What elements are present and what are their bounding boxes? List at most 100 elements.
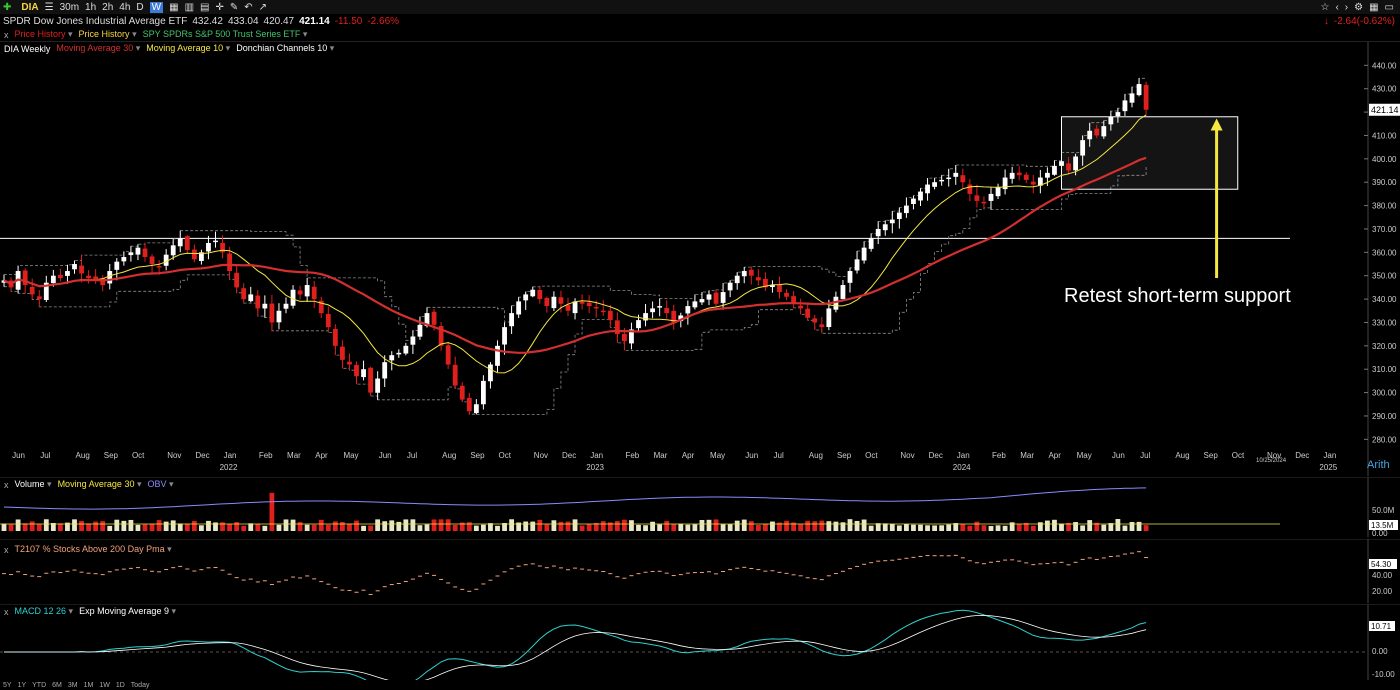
symbol-label[interactable]: DIA — [21, 2, 38, 13]
range-5y[interactable]: 5Y — [3, 682, 12, 689]
range-1d[interactable]: 1D — [116, 682, 125, 689]
share-icon[interactable]: ↗ — [259, 2, 267, 13]
candle — [798, 305, 804, 309]
tf-2h[interactable]: 2h — [102, 2, 113, 13]
tf-w[interactable]: W — [149, 1, 164, 13]
candle — [854, 259, 860, 271]
plus-icon[interactable]: ✚ — [3, 2, 11, 13]
candle — [311, 286, 317, 300]
tf-4h[interactable]: 4h — [119, 2, 130, 13]
volume-bar — [452, 524, 458, 531]
volume-bar — [861, 519, 867, 531]
volume-bar — [100, 521, 106, 531]
volume-bar — [1129, 522, 1135, 531]
tf-30m[interactable]: 30m — [60, 2, 79, 13]
volume-bar — [36, 524, 42, 531]
volume-bar — [15, 519, 21, 531]
list-icon[interactable]: ☰ — [45, 2, 54, 13]
star-icon[interactable]: ☆ — [1320, 2, 1329, 13]
forward-icon[interactable]: › — [1345, 2, 1348, 13]
layout-icon[interactable]: ▤ — [200, 2, 209, 13]
candle — [946, 177, 952, 180]
bars-icon[interactable]: ▥ — [185, 2, 194, 13]
volume-bar — [121, 520, 127, 531]
grid-icon[interactable]: ▦ — [1369, 2, 1378, 13]
tf-d[interactable]: D — [136, 2, 143, 13]
price-chart[interactable]: 280.00 290.00 300.00 310.00 320.00 330.00 340.… — [0, 42, 1400, 476]
volume-bar — [770, 521, 775, 531]
volume-bar — [184, 523, 190, 531]
window-icon[interactable]: ▭ — [1385, 2, 1394, 13]
draw-icon[interactable]: ✎ — [230, 2, 238, 13]
volume-bar — [107, 525, 113, 531]
volume-bar — [819, 520, 825, 531]
range-6m[interactable]: 6M — [52, 682, 62, 689]
candle — [974, 195, 980, 201]
volume-bar — [946, 524, 952, 531]
x-tick-label: Mar — [654, 451, 668, 460]
t2107-chart[interactable]: 54.30 40.00 20.00 — [0, 539, 1400, 603]
axis-label: -10.00 — [1372, 670, 1395, 679]
candle — [586, 302, 592, 307]
macd-chart[interactable]: 10.71 0.00 -10.00 — [0, 604, 1400, 680]
volume-bar — [925, 525, 930, 531]
scale-label: Arith — [1367, 459, 1390, 471]
volume-bar — [664, 520, 670, 531]
volume-bar — [896, 525, 902, 531]
range-1y[interactable]: 1Y — [18, 682, 27, 689]
volume-bar — [318, 519, 324, 531]
volume-bar — [340, 522, 345, 531]
tf-1h[interactable]: 1h — [85, 2, 96, 13]
candle — [191, 249, 197, 260]
candle — [755, 277, 761, 281]
overlay-price-history-2[interactable]: Price History — [79, 29, 137, 40]
volume-bar — [692, 524, 698, 531]
settings-icon[interactable]: ⚙ — [1354, 2, 1363, 13]
back-icon[interactable]: ‹ — [1335, 2, 1338, 13]
undo-icon[interactable]: ↶ — [244, 2, 252, 13]
candle — [911, 198, 916, 204]
overlay-spy[interactable]: SPY SPDRs S&P 500 Trust Series ETF — [143, 29, 308, 40]
range-today[interactable]: Today — [131, 682, 150, 689]
candle — [276, 310, 282, 323]
chart-type-icon[interactable]: ▦ — [169, 2, 178, 13]
volume-bar — [128, 519, 134, 531]
axis-label: 40.00 — [1372, 571, 1393, 580]
candle — [368, 367, 373, 393]
candle — [932, 182, 937, 187]
candle — [340, 346, 345, 360]
volume-bar — [389, 520, 395, 531]
range-1m[interactable]: 1M — [84, 682, 94, 689]
range-1w[interactable]: 1W — [99, 682, 110, 689]
candle — [995, 186, 1001, 197]
volume-bar — [361, 525, 366, 531]
candle — [826, 308, 832, 328]
x-tick-label: Jan — [957, 451, 970, 460]
candle — [1122, 100, 1128, 112]
candle — [1108, 116, 1114, 125]
crosshair-icon[interactable]: ✛ — [215, 2, 223, 13]
candle — [636, 320, 641, 329]
range-3m[interactable]: 3M — [68, 682, 78, 689]
range-ytd[interactable]: YTD — [32, 682, 46, 689]
value-label: 10.71 — [1371, 622, 1392, 631]
volume-bar — [614, 521, 620, 531]
candle — [452, 364, 458, 386]
volume-bar — [43, 519, 49, 531]
volume-bar — [29, 521, 35, 531]
volume-bar — [565, 521, 571, 531]
volume-bar — [269, 492, 275, 531]
volume-chart[interactable]: 50.0M13.5M0.00 — [0, 477, 1400, 537]
candle — [1143, 84, 1149, 110]
volume-bar — [1073, 522, 1078, 531]
overlay-price-history-1[interactable]: Price History — [15, 29, 73, 40]
volume-bar — [1030, 525, 1036, 531]
volume-bar — [755, 525, 761, 531]
volume-bar — [86, 523, 91, 531]
y-tick-label: 350.00 — [1372, 272, 1397, 281]
volume-bar — [960, 524, 966, 531]
down-arrow-icon: ↓ — [1323, 15, 1329, 27]
close-icon[interactable]: x — [4, 30, 9, 40]
volume-bar — [1016, 524, 1022, 531]
candle — [734, 275, 740, 284]
